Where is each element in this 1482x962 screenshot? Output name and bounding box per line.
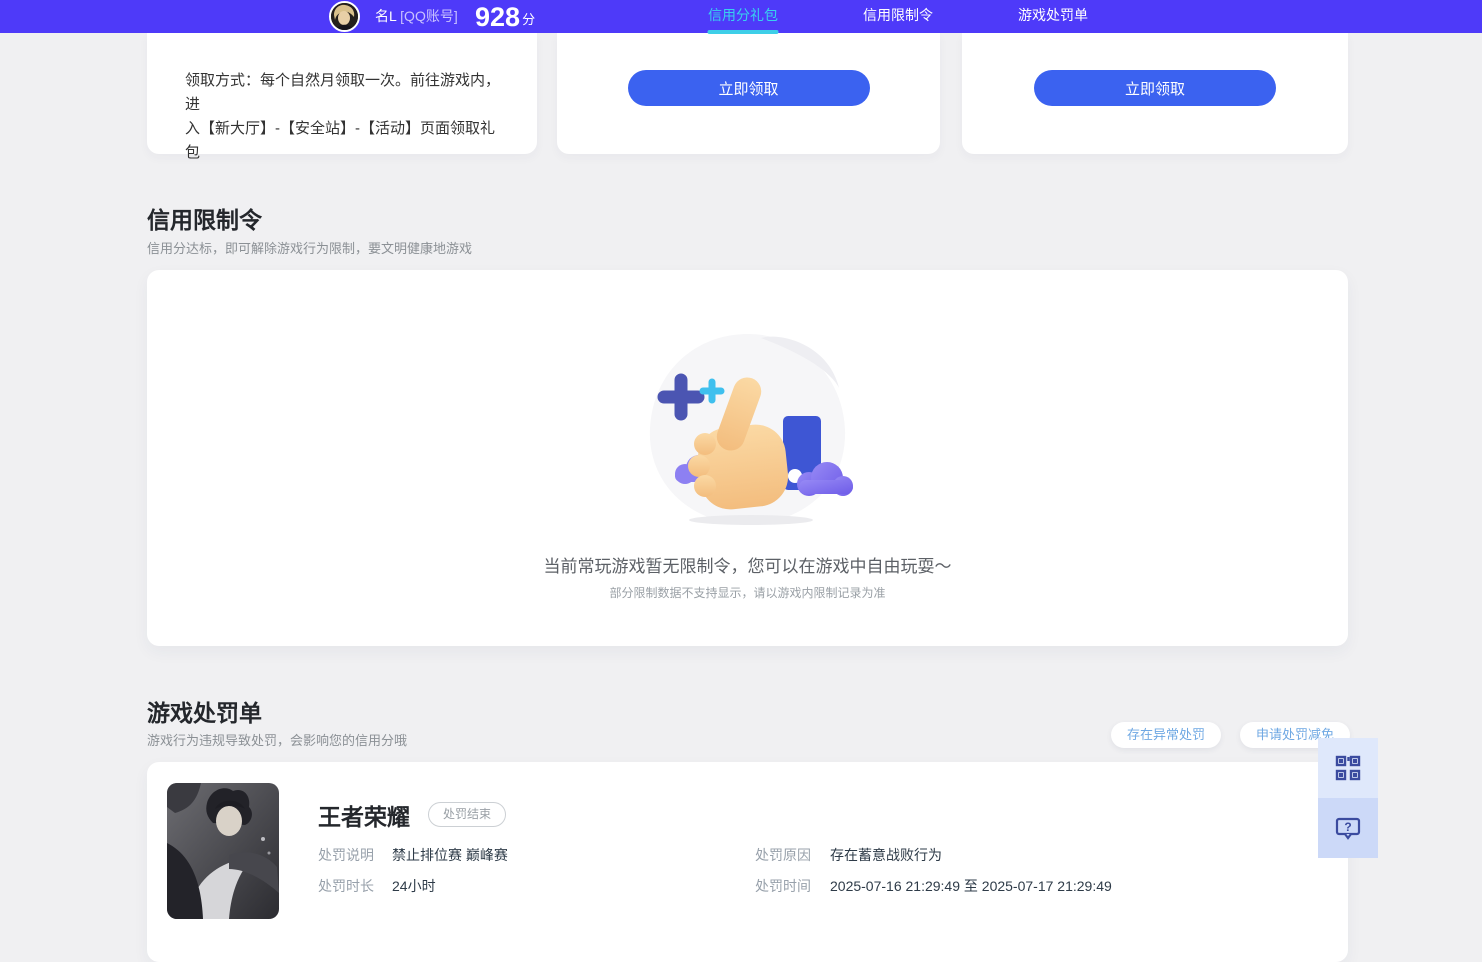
svg-text:?: ? (1344, 820, 1351, 834)
claim-instructions: 领取方式：每个自然月领取一次。前往游戏内，进 入【新大厅】-【安全站】-【活动】… (147, 33, 537, 165)
claim-now-button[interactable]: 立即领取 (627, 70, 870, 106)
tab-label: 信用分礼包 (708, 7, 778, 23)
restriction-empty-card: 当前常玩游戏暂无限制令，您可以在游戏中自由玩耍～ 部分限制数据不支持显示，请以游… (147, 270, 1348, 646)
tab-game-penalty[interactable]: 游戏处罚单 (1018, 0, 1088, 33)
thumbs-up-illustration (633, 328, 863, 533)
help-button[interactable]: ? (1318, 798, 1378, 858)
gift-card-1: 立即领取 (557, 33, 940, 154)
penalty-reason-value: 存在蓄意战败行为 (830, 847, 942, 863)
credit-score-unit: 分 (522, 12, 536, 27)
thumbs-up-icon (649, 334, 853, 525)
restriction-section-subtitle: 信用分达标，即可解除游戏行为限制，要文明健康地游戏 (147, 241, 473, 256)
claim-instructions-line1: 领取方式：每个自然月领取一次。前往游戏内，进 (185, 72, 501, 113)
penalty-section-title: 游戏处罚单 (147, 700, 262, 726)
penalty-desc-value: 禁止排位赛 巅峰赛 (392, 847, 508, 863)
qr-code-icon (1335, 755, 1361, 781)
abnormal-penalty-button[interactable]: 存在异常处罚 (1111, 722, 1222, 748)
game-thumbnail (167, 783, 279, 919)
qr-code-button[interactable] (1318, 738, 1378, 798)
penalty-reason-label: 处罚原因 (755, 847, 811, 863)
game-art-image (167, 783, 279, 919)
tab-credit-restriction[interactable]: 信用限制令 (863, 0, 933, 33)
tab-label: 游戏处罚单 (1018, 7, 1088, 23)
tab-credit-gift[interactable]: 信用分礼包 (707, 0, 779, 34)
avatar-image (331, 3, 358, 30)
penalty-desc-label: 处罚说明 (318, 847, 374, 863)
gift-card-2: 立即领取 (962, 33, 1348, 154)
active-tab-underline (707, 30, 779, 34)
penalty-duration-label: 处罚时长 (318, 878, 374, 894)
game-name: 王者荣耀 (318, 804, 410, 830)
penalty-record-card: 王者荣耀 处罚结束 处罚说明 禁止排位赛 巅峰赛 处罚原因 存在蓄意战败行为 处… (147, 762, 1348, 962)
penalty-time-label: 处罚时间 (755, 878, 811, 894)
credit-score-value: 928 (475, 2, 521, 32)
help-bubble-icon: ? (1335, 817, 1361, 840)
penalty-section-subtitle: 游戏行为违规导致处罚，会影响您的信用分哦 (147, 733, 408, 748)
gift-card-instructions: 领取方式：每个自然月领取一次。前往游戏内，进 入【新大厅】-【安全站】-【活动】… (147, 33, 537, 161)
tab-label: 信用限制令 (863, 7, 933, 23)
credit-score: 928 分 (475, 0, 535, 33)
penalty-time-value: 2025-07-16 21:29:49 至 2025-07-17 21:29:4… (830, 878, 1112, 894)
restriction-data-note: 部分限制数据不支持显示，请以游戏内限制记录为准 (609, 586, 886, 600)
user-name: 名L [QQ账号] (375, 0, 458, 33)
avatar[interactable] (329, 1, 360, 32)
penalty-duration-value: 24小时 (392, 878, 436, 894)
floating-side-widget: ? (1318, 738, 1378, 858)
penalty-status-badge: 处罚结束 (428, 802, 507, 827)
account-type-badge: [QQ账号] (400, 8, 458, 24)
claim-instructions-line2: 入【新大厅】-【安全站】-【活动】页面领取礼包 (185, 120, 495, 161)
no-restriction-message: 当前常玩游戏暂无限制令，您可以在游戏中自由玩耍～ (543, 557, 952, 576)
restriction-section-title: 信用限制令 (147, 207, 262, 233)
top-navbar: 名L [QQ账号] 928 分 信用分礼包 信用限制令 游戏处罚单 (0, 0, 1482, 34)
user-nickname: 名L (375, 8, 397, 24)
claim-now-button[interactable]: 立即领取 (1034, 70, 1276, 106)
